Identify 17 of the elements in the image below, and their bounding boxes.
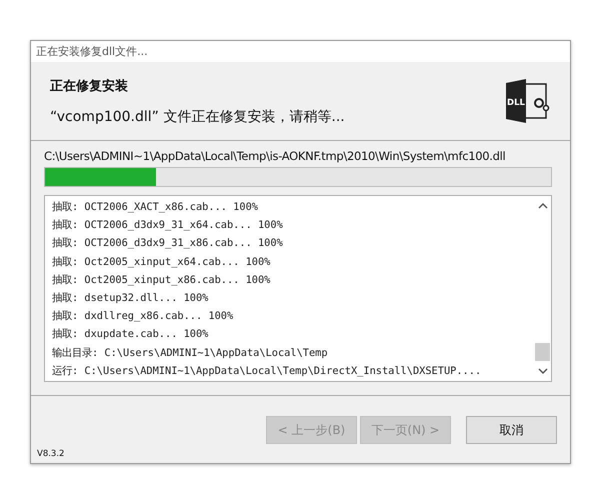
log-line: 抽取: Oct2005_xinput_x86.cab... 100%	[52, 272, 272, 288]
log-line: 运行: C:\Users\ADMINI~1\AppData\Local\Temp\DirectX_Install\DXSETUP....	[52, 364, 482, 379]
log-line: 抽取: dxupdate.cab... 100%	[52, 327, 210, 342]
log-line: 抽取: OCT2006_d3dx9_31_x86.cab... 100%	[52, 236, 284, 252]
log-line: 抽取: dsetup32.dll... 100%	[52, 291, 210, 306]
log-line: 抽取: Oct2005_xinput_x64.cab... 100%	[52, 254, 272, 270]
log-line: 输出目录: C:\Users\ADMINI~1\AppData\Local\Temp	[52, 346, 329, 361]
header-title: 正在修复安装	[50, 78, 129, 94]
window-title: 正在安装修复dll文件...	[36, 44, 148, 59]
log-line: 抽取: OCT2006_XACT_x86.cab... 100%	[52, 200, 259, 215]
wizard-button[interactable]: 取消	[466, 416, 557, 444]
header-subtitle: “vcomp100.dll” 文件正在修复安装，请稍等...	[50, 108, 345, 126]
log-line: 抽取: dxdllreg_x86.cab... 100%	[52, 309, 234, 324]
current-file-path: C:\Users\ADMINI~1\AppData\Local\Temp\is-AOKNF.tmp\2010\Win\System\mfc100.dll	[44, 149, 506, 163]
version-label: V8.3.2	[37, 449, 66, 459]
log-line: 抽取: OCT2006_d3dx9_31_x64.cab... 100%	[52, 218, 284, 234]
logo-text: DLL	[507, 98, 525, 108]
